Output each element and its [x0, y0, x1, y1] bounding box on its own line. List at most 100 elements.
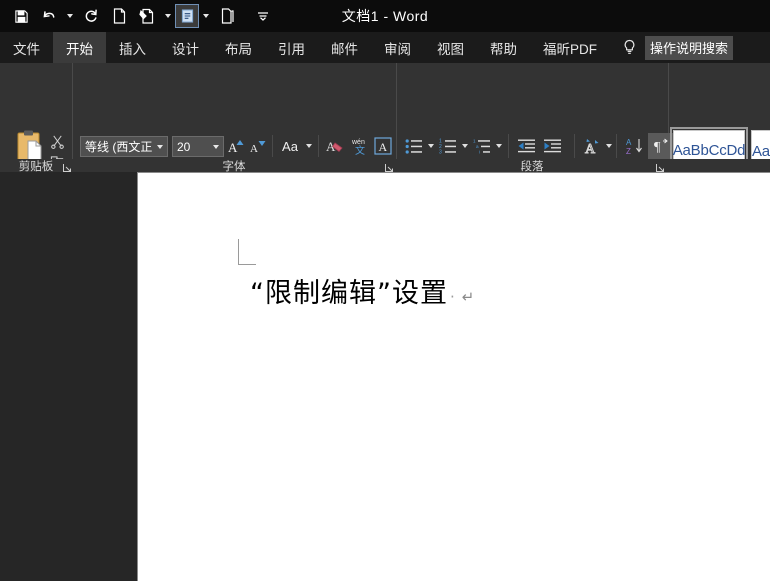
paragraph-dialog-launcher-icon[interactable]: [655, 160, 665, 170]
font-size-value: 20: [173, 140, 209, 154]
bullet-list-icon: [405, 138, 424, 155]
undo-dropdown-arrow[interactable]: [64, 4, 76, 28]
font-dialog-launcher-icon[interactable]: [384, 160, 394, 170]
tab-insert[interactable]: 插入: [106, 32, 159, 63]
asian-layout-icon: A: [582, 137, 602, 155]
group-label-font: 字体: [73, 159, 395, 172]
bullet-list-button[interactable]: [402, 134, 426, 158]
tab-references[interactable]: 引用: [265, 32, 318, 63]
tab-foxit-pdf[interactable]: 福昕PDF: [530, 32, 610, 63]
clipboard-dialog-launcher-icon[interactable]: [62, 160, 72, 170]
quick-access-toolbar: [0, 4, 276, 28]
svg-text:文: 文: [355, 144, 365, 156]
title-bar: 文档1 - Word: [0, 0, 770, 32]
increase-font-size-icon: A: [228, 138, 246, 154]
sort-icon: A Z: [625, 137, 644, 155]
text-boundary-corner-icon: [238, 239, 256, 265]
tab-mailings[interactable]: 邮件: [318, 32, 371, 63]
svg-text:A: A: [250, 143, 258, 154]
undo-icon[interactable]: [36, 4, 62, 28]
change-case-button[interactable]: Aa: [277, 135, 303, 157]
style-preview-text: AaBbCcDd: [673, 142, 746, 159]
word-window: 文档1 - Word 文件 开始 插入 设计 布局 引用 邮件 审阅 视图 帮助…: [0, 0, 770, 581]
svg-text:A: A: [626, 138, 632, 147]
cut-button[interactable]: [46, 131, 68, 151]
tab-layout[interactable]: 布局: [212, 32, 265, 63]
ribbon-home-tab: 粘贴: [0, 63, 770, 159]
tell-me-search-input[interactable]: 操作说明搜索: [645, 36, 733, 60]
character-border-icon: A: [374, 137, 392, 155]
tab-view[interactable]: 视图: [424, 32, 477, 63]
tab-home[interactable]: 开始: [53, 32, 106, 63]
bullet-list-dropdown-arrow[interactable]: [428, 144, 434, 148]
tab-help[interactable]: 帮助: [477, 32, 530, 63]
ribbon-tab-strip: 文件 开始 插入 设计 布局 引用 邮件 审阅 视图 帮助 福昕PDF 操作说明…: [0, 32, 770, 63]
print-preview-icon[interactable]: [134, 4, 160, 28]
svg-text:A: A: [585, 142, 596, 155]
toolbar-divider: [574, 134, 575, 158]
style-preview-text: Aa: [752, 143, 770, 160]
export-pdf-icon[interactable]: [176, 5, 198, 27]
paragraph-mark-icon: ↵: [462, 288, 476, 306]
numbered-list-button[interactable]: 1 2 3: [436, 134, 460, 158]
change-case-dropdown-arrow[interactable]: [306, 144, 312, 148]
phonetic-guide-button[interactable]: wén 文: [348, 134, 372, 158]
export-pdf-dropdown-arrow[interactable]: [200, 4, 212, 28]
document-heading-line[interactable]: “限制编辑”设置 · ↵: [250, 271, 475, 310]
svg-text:wén: wén: [351, 139, 365, 146]
increase-font-size-button[interactable]: A: [226, 135, 247, 157]
font-size-dropdown-arrow[interactable]: [209, 145, 223, 149]
font-family-combobox[interactable]: 等线 (西文正: [80, 136, 168, 157]
multilevel-list-icon: 1 a i: [473, 138, 492, 155]
lightbulb-icon: [622, 39, 638, 57]
svg-text:a: a: [476, 144, 479, 149]
new-document-icon[interactable]: [106, 4, 132, 28]
duplicate-page-icon[interactable]: [214, 4, 240, 28]
scissors-icon: [50, 134, 65, 149]
save-icon[interactable]: [8, 4, 34, 28]
toolbar-divider: [508, 134, 509, 158]
tab-file[interactable]: 文件: [0, 32, 53, 63]
numbered-list-dropdown-arrow[interactable]: [462, 144, 468, 148]
numbered-list-icon: 1 2 3: [439, 138, 458, 155]
multilevel-list-button[interactable]: 1 a i: [470, 134, 494, 158]
multilevel-list-dropdown-arrow[interactable]: [496, 144, 502, 148]
svg-text:3: 3: [439, 149, 442, 154]
redo-icon[interactable]: [78, 4, 104, 28]
toolbar-divider: [616, 134, 617, 158]
document-heading-text: “限制编辑”设置: [250, 271, 448, 310]
show-formatting-marks-button[interactable]: ¶: [648, 133, 674, 159]
tab-design[interactable]: 设计: [159, 32, 212, 63]
asian-layout-button[interactable]: A: [580, 134, 604, 158]
svg-text:i: i: [479, 149, 480, 154]
svg-text:A: A: [228, 140, 238, 154]
asian-layout-dropdown-arrow[interactable]: [606, 144, 612, 148]
decrease-font-size-icon: A: [250, 138, 268, 154]
svg-text:Z: Z: [626, 147, 631, 155]
character-border-button[interactable]: A: [372, 134, 394, 158]
decrease-font-size-button[interactable]: A: [248, 135, 269, 157]
phonetic-guide-icon: wén 文: [350, 136, 370, 156]
svg-text:A: A: [379, 140, 388, 154]
font-family-value: 等线 (西文正: [81, 138, 153, 155]
svg-text:1: 1: [473, 138, 476, 143]
tab-review[interactable]: 审阅: [371, 32, 424, 63]
decrease-indent-icon: [517, 138, 536, 155]
customize-quick-access-icon[interactable]: [250, 4, 276, 28]
clear-formatting-icon: A: [326, 137, 346, 155]
tell-me-area: 操作说明搜索: [622, 32, 733, 63]
clear-formatting-button[interactable]: A: [324, 134, 348, 158]
ribbon-group-labels: 剪贴板 字体 段落: [0, 159, 770, 172]
toolbar-divider: [318, 135, 319, 157]
group-label-paragraph: 段落: [397, 159, 667, 172]
decrease-indent-button[interactable]: [514, 134, 538, 158]
font-family-dropdown-arrow[interactable]: [153, 145, 167, 149]
font-size-combobox[interactable]: 20: [172, 136, 224, 157]
space-mark-icon: ·: [450, 288, 456, 306]
document-page[interactable]: “限制编辑”设置 · ↵: [137, 172, 770, 581]
print-preview-dropdown-arrow[interactable]: [162, 4, 174, 28]
document-canvas: “限制编辑”设置 · ↵: [0, 172, 770, 581]
increase-indent-button[interactable]: [540, 134, 564, 158]
increase-indent-icon: [543, 138, 562, 155]
sort-button[interactable]: A Z: [622, 134, 646, 158]
